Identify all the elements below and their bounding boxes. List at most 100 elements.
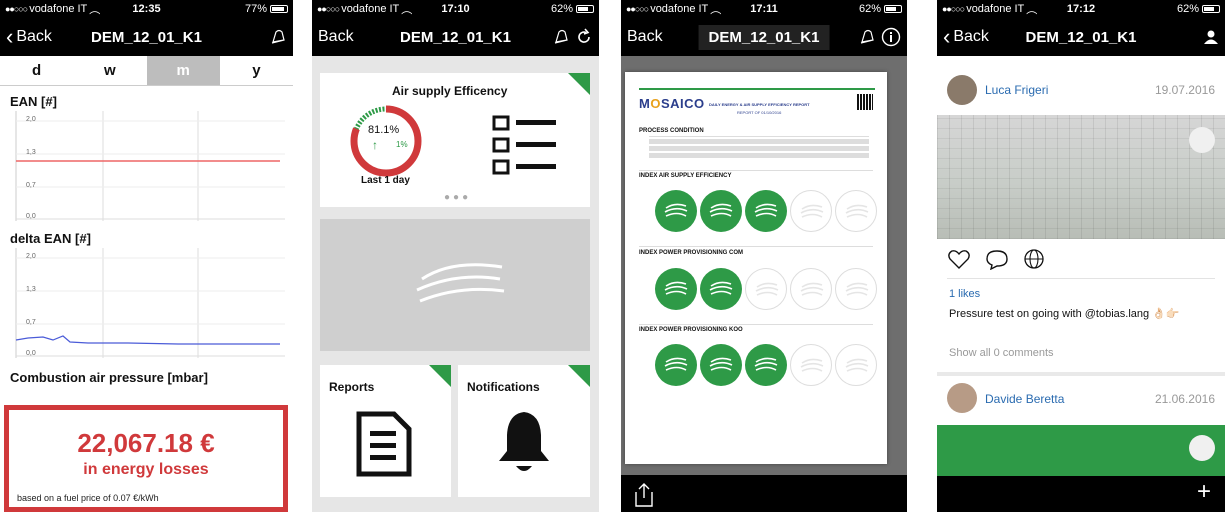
status-bar: ●●○○○ vodafone IT ︵ 17:10 62% — [312, 0, 599, 18]
status-bar: ●●○○○ vodafone IT ︵ 17:11 62% — [621, 0, 907, 18]
back-button[interactable]: Back — [627, 28, 663, 46]
back-label: Back — [318, 28, 354, 45]
index-com-heading: INDEX POWER PROVISIONING COM — [639, 250, 744, 256]
back-label: Back — [953, 28, 989, 45]
bell-outline-icon[interactable] — [552, 28, 570, 46]
chart-delta-ean-title: delta EAN [#] — [10, 231, 91, 246]
index-circle-inactive — [790, 268, 832, 310]
section-combustion-title: Combustion air pressure [mbar] — [10, 370, 208, 385]
post-username[interactable]: Davide Beretta — [985, 392, 1064, 406]
index-circle-active — [700, 344, 742, 386]
corner-marker — [568, 365, 590, 387]
battery-icon — [576, 5, 594, 13]
back-button[interactable]: ‹ Back — [6, 26, 52, 48]
nav-bar: ‹ Back DEM_12_01_K1 — [937, 18, 1225, 56]
reports-tile[interactable]: Reports — [320, 365, 451, 497]
comment-icon[interactable] — [985, 248, 1009, 270]
report-date: REPORT OF 01/10/2016 — [737, 110, 782, 115]
nav-bar: Back DEM_12_01_K1 — [312, 18, 599, 56]
clock: 17:10 — [441, 3, 470, 15]
process-table — [649, 136, 869, 158]
chart-delta-ean-plot — [15, 248, 285, 358]
page-indicator[interactable]: ●●● — [444, 192, 471, 203]
index-circle-inactive — [835, 190, 877, 232]
qr-code — [857, 94, 873, 110]
bottom-toolbar — [621, 475, 907, 512]
wifi-icon: ︵ — [89, 4, 101, 16]
arrow-up-icon: ↑ — [372, 138, 378, 152]
clock: 17:12 — [1066, 3, 1096, 15]
carrier-label: vodafone IT — [29, 3, 88, 15]
period-w[interactable]: w — [73, 56, 146, 85]
carrier-label: vodafone IT — [650, 3, 709, 15]
post-username[interactable]: Luca Frigeri — [985, 83, 1048, 97]
signal-icon: ●●○○○ — [5, 4, 28, 14]
index-circle-active — [655, 268, 697, 310]
status-bar: ●●○○○ vodafone IT ︵ 17:12 62% — [937, 0, 1225, 18]
post-photo[interactable] — [937, 115, 1225, 239]
show-comments-link[interactable]: Show all 0 comments — [949, 347, 1054, 359]
report-document[interactable]: MOSAICO DAILY ENERGY & AIR SUPPLY EFFICI… — [625, 72, 887, 464]
share-icon[interactable] — [633, 482, 655, 508]
back-button[interactable]: Back — [318, 28, 354, 46]
index-circle-active — [745, 344, 787, 386]
refresh-icon[interactable] — [575, 28, 593, 46]
page-title: DEM_12_01_K1 — [698, 24, 830, 50]
chart-ean-plot — [15, 111, 285, 221]
efficiency-gauge — [350, 105, 422, 177]
page-title: DEM_12_01_K1 — [400, 28, 511, 46]
index-circle-active — [700, 190, 742, 232]
energy-loss-card[interactable]: 22,067.18 € in energy losses based on a … — [4, 405, 288, 512]
tick-label: 0,0 — [26, 213, 36, 220]
period-m[interactable]: m — [146, 56, 220, 85]
tick-label: 0,7 — [26, 182, 36, 189]
avatar[interactable] — [947, 383, 977, 413]
battery-icon — [884, 5, 902, 13]
delta-ean-series-line — [15, 335, 280, 345]
carrier-label: vodafone IT — [341, 3, 400, 15]
bell-outline-icon[interactable] — [269, 28, 287, 46]
nav-bar: Back DEM_12_01_K1 — [621, 18, 907, 56]
signal-icon: ●●○○○ — [942, 4, 965, 14]
efficiency-tile[interactable]: Air supply Efficency 81.1% ↑ 1% Last 1 d… — [320, 73, 590, 207]
post-header: Davide Beretta 21.06.2016 — [937, 382, 1225, 418]
wifi-icon: ︵ — [710, 4, 722, 16]
efficiency-period: Last 1 day — [361, 175, 410, 186]
post-caption: Pressure test on going with @tobias.lang… — [949, 308, 1180, 320]
battery-percent: 77% — [244, 3, 267, 15]
screen-energy-charts: ●●○○○ vodafone IT ︵ 12:35 77% ‹ Back DEM_12… — [0, 0, 293, 512]
chevron-left-icon: ‹ — [943, 24, 951, 49]
battery-icon — [270, 5, 288, 13]
air-tile[interactable] — [320, 219, 590, 351]
info-icon[interactable] — [881, 27, 901, 47]
add-icon[interactable]: + — [1197, 478, 1211, 506]
loss-note: based on a fuel price of 0.07 €/kWh — [17, 493, 159, 503]
notifications-tile[interactable]: Notifications — [458, 365, 590, 497]
tick-label: 2,0 — [26, 116, 36, 123]
heart-icon[interactable] — [947, 248, 971, 270]
user-icon[interactable] — [1203, 29, 1219, 45]
period-d[interactable]: d — [0, 56, 73, 85]
carrier-label: vodafone IT — [966, 3, 1025, 15]
bell-outline-icon[interactable] — [858, 28, 876, 46]
likes-count[interactable]: 1 likes — [949, 288, 980, 300]
clock: 12:35 — [132, 3, 161, 15]
back-button[interactable]: ‹ Back — [943, 26, 989, 48]
index-circle-active — [745, 190, 787, 232]
page-title: DEM_12_01_K1 — [91, 28, 202, 46]
index-circle-inactive — [745, 268, 787, 310]
wifi-icon: ︵ — [401, 4, 413, 16]
corner-marker — [429, 365, 451, 387]
battery-icon — [1202, 5, 1220, 13]
app-badge-icon — [1189, 435, 1215, 461]
efficiency-delta: 1% — [396, 140, 408, 149]
index-circle-inactive — [790, 344, 832, 386]
chevron-left-icon: ‹ — [6, 24, 14, 49]
period-y[interactable]: y — [220, 56, 293, 85]
post-actions — [947, 248, 1045, 270]
screen-feed: ●●○○○ vodafone IT ︵ 17:12 62% ‹ Back DEM_12… — [937, 0, 1225, 512]
globe-icon[interactable] — [1023, 248, 1045, 270]
back-label: Back — [16, 28, 52, 45]
avatar[interactable] — [947, 75, 977, 105]
bell-icon — [499, 412, 549, 471]
